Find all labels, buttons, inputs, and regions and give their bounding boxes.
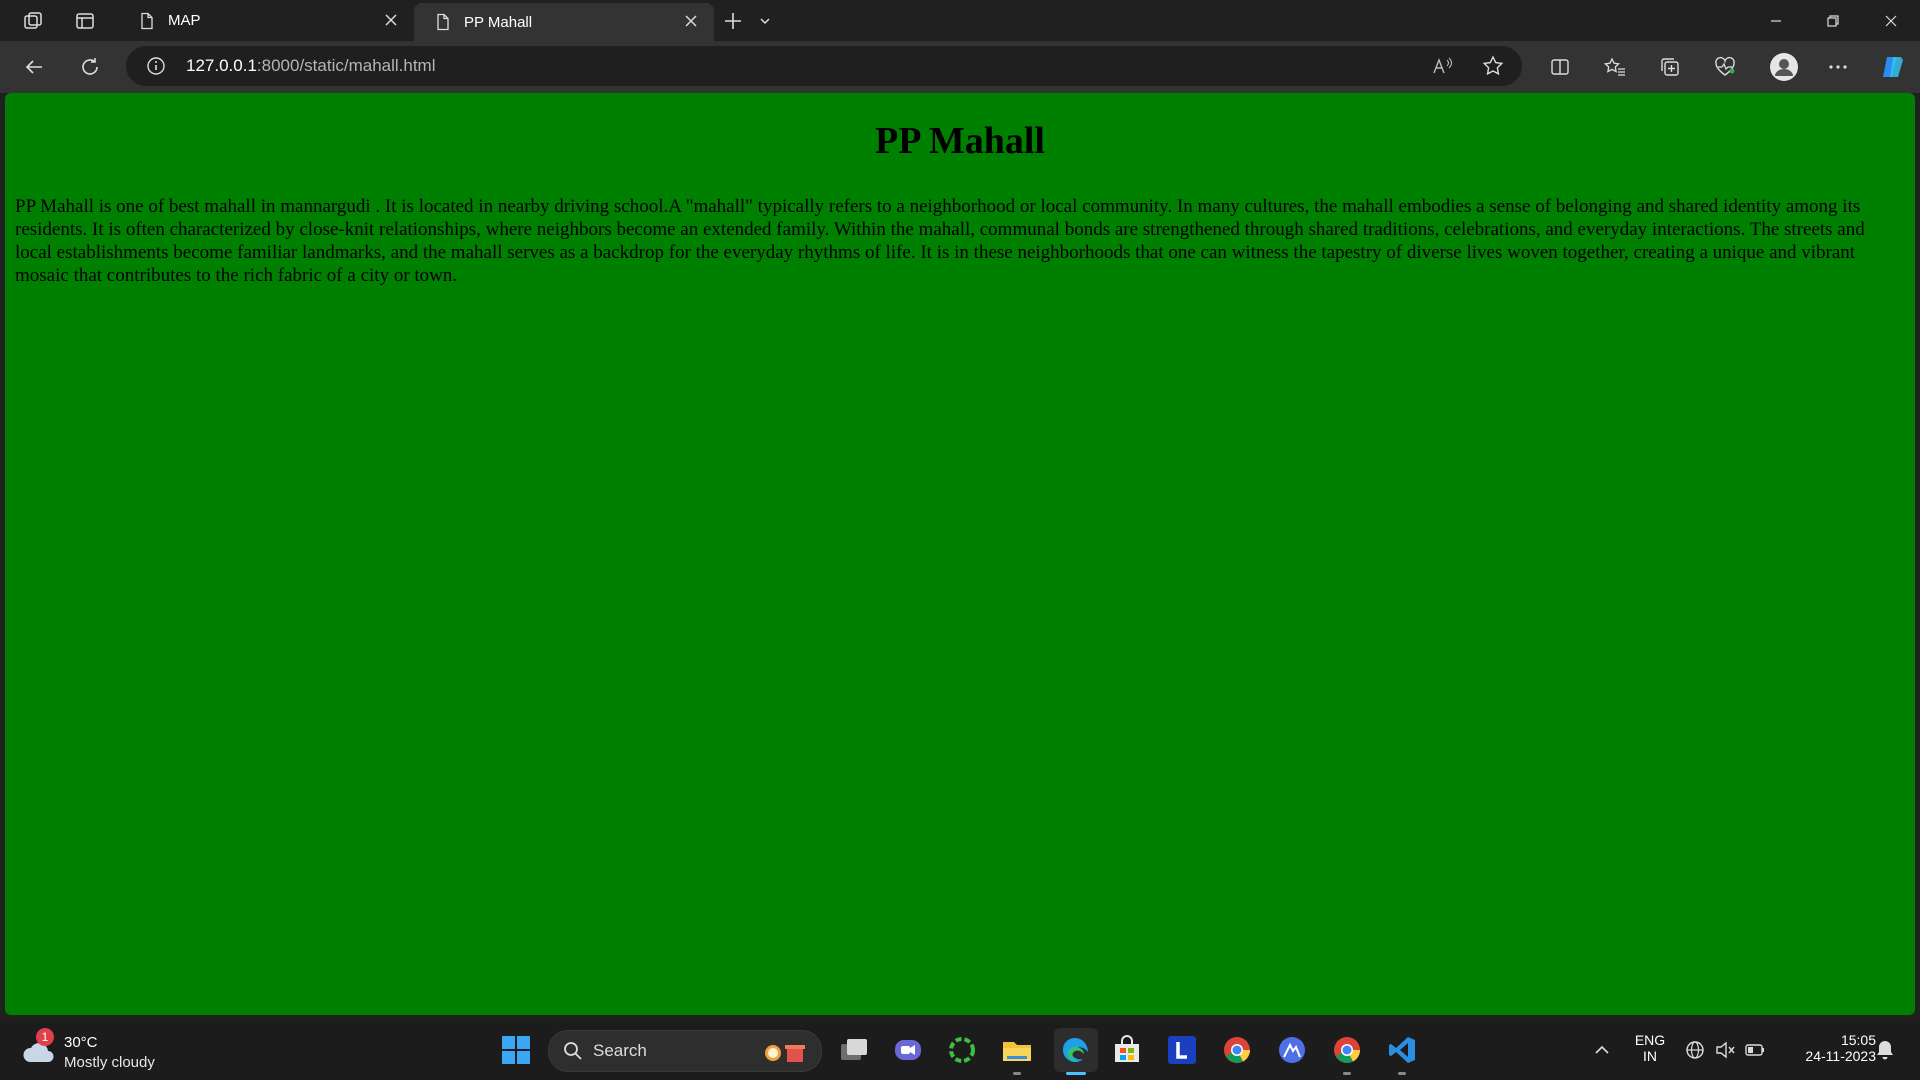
vscode-icon[interactable] — [1384, 1032, 1420, 1068]
url-host: 127.0.0.1 — [186, 56, 257, 75]
page-viewport: PP Mahall PP Mahall is one of best mahal… — [5, 93, 1915, 1015]
weather-temperature: 30°C — [64, 1034, 98, 1051]
search-highlight-icon — [765, 1045, 805, 1062]
task-view-icon[interactable] — [836, 1032, 872, 1068]
show-hidden-icons-chevron[interactable] — [1584, 1032, 1620, 1068]
browser-essentials-icon[interactable] — [1711, 53, 1739, 81]
tab-label: PP Mahall — [464, 13, 533, 31]
more-options-icon[interactable] — [1824, 53, 1852, 81]
tab-pp-mahall[interactable]: PP Mahall — [414, 3, 714, 41]
refresh-icon[interactable] — [76, 53, 104, 81]
language-indicator[interactable]: ENG IN — [1630, 1032, 1670, 1064]
tab-actions-icon[interactable] — [72, 8, 98, 34]
tab-label: MAP — [168, 12, 201, 29]
copilot-icon[interactable] — [1879, 53, 1907, 81]
new-tab-icon[interactable] — [720, 8, 746, 34]
split-screen-icon[interactable] — [1546, 53, 1574, 81]
language-line2: IN — [1643, 1048, 1657, 1064]
page-icon — [141, 12, 153, 29]
url-text[interactable]: 127.0.0.1:8000/static/mahall.html — [186, 56, 436, 76]
battery-icon[interactable] — [1740, 1032, 1770, 1068]
browser-titlebar: MAP PP Mahall — [0, 0, 1920, 41]
close-window-icon[interactable] — [1878, 8, 1904, 34]
page-icon — [437, 13, 449, 31]
browser-toolbar: 127.0.0.1:8000/static/mahall.html — [0, 41, 1920, 93]
chrome-icon[interactable] — [1219, 1032, 1255, 1068]
chrome-profile-icon[interactable] — [1329, 1032, 1365, 1068]
read-aloud-icon[interactable] — [1432, 56, 1454, 76]
clock-date: 24-11-2023 — [1805, 1048, 1876, 1064]
url-path: :8000/static/mahall.html — [256, 56, 436, 75]
minimize-icon[interactable] — [1763, 8, 1789, 34]
running-indicator — [1343, 1072, 1351, 1075]
vector-app-icon[interactable] — [1274, 1032, 1310, 1068]
clock-time: 15:05 — [1840, 1032, 1876, 1048]
weather-widget[interactable]: 1 30°C Mostly cloudy — [22, 1028, 172, 1072]
weather-badge: 1 — [36, 1028, 54, 1046]
store-icon[interactable] — [1109, 1032, 1145, 1068]
tab-map[interactable]: MAP — [118, 0, 414, 41]
taskbar: 1 30°C Mostly cloudy Search ENG IN 15:05… — [0, 1020, 1920, 1080]
workspaces-icon[interactable] — [20, 8, 46, 34]
notification-bell-icon[interactable] — [1870, 1032, 1900, 1068]
page-title: PP Mahall — [875, 120, 1045, 162]
favorites-icon[interactable] — [1601, 53, 1629, 81]
close-tab-icon[interactable] — [682, 12, 700, 30]
running-indicator — [1398, 1072, 1406, 1075]
weather-condition: Mostly cloudy — [64, 1054, 155, 1071]
tab-list-chevron-icon[interactable] — [752, 8, 778, 34]
edge-icon[interactable] — [1054, 1028, 1098, 1072]
site-info-icon[interactable] — [146, 56, 166, 76]
back-icon[interactable] — [20, 53, 48, 81]
search-icon — [564, 1042, 582, 1060]
language-line1: ENG — [1634, 1032, 1666, 1048]
address-bar[interactable]: 127.0.0.1:8000/static/mahall.html — [126, 46, 1522, 86]
file-explorer-icon[interactable] — [999, 1032, 1035, 1068]
search-label: Search — [593, 1041, 647, 1060]
profile-avatar-icon[interactable] — [1768, 51, 1800, 83]
taskbar-search[interactable]: Search — [548, 1030, 822, 1072]
start-icon[interactable] — [498, 1032, 534, 1068]
close-tab-icon[interactable] — [382, 11, 400, 29]
restore-icon[interactable] — [1820, 8, 1846, 34]
page-paragraph: PP Mahall is one of best mahall in manna… — [15, 196, 1865, 286]
active-indicator — [1066, 1072, 1086, 1075]
volume-muted-icon[interactable] — [1710, 1032, 1740, 1068]
running-indicator — [1013, 1072, 1021, 1075]
teams-chat-icon[interactable] — [890, 1032, 926, 1068]
favorite-star-icon[interactable] — [1482, 55, 1504, 77]
l-app-icon[interactable] — [1164, 1032, 1200, 1068]
clock[interactable]: 15:05 24-11-2023 — [1780, 1032, 1876, 1064]
network-globe-icon[interactable] — [1680, 1032, 1710, 1068]
collections-icon[interactable] — [1656, 53, 1684, 81]
loading-app-icon[interactable] — [944, 1032, 980, 1068]
